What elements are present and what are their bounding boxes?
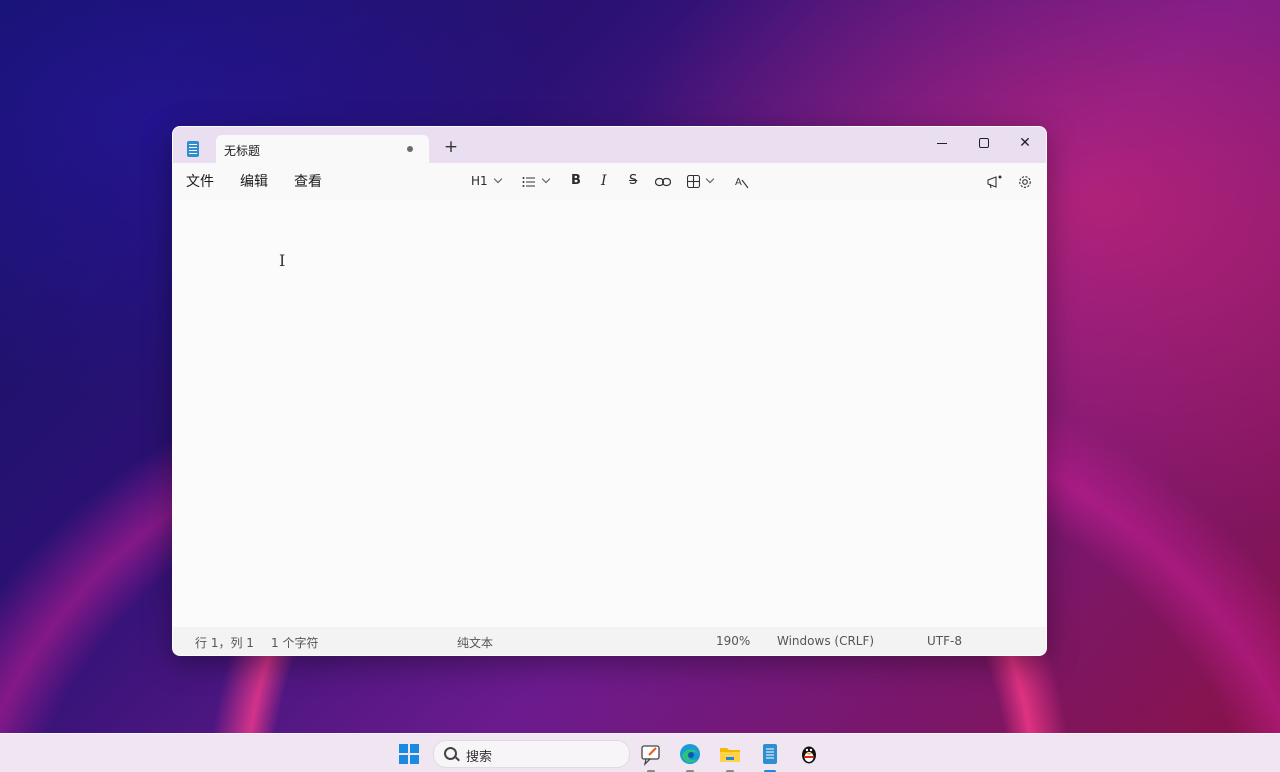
qq-icon[interactable] <box>797 742 821 766</box>
tab-title: 无标题 <box>224 144 261 158</box>
edge-icon[interactable] <box>678 742 702 772</box>
menu-file[interactable]: 文件 <box>186 171 214 191</box>
minimize-icon <box>937 142 947 144</box>
heading-dropdown[interactable]: H1 <box>471 171 502 191</box>
strikethrough-button[interactable]: S <box>629 171 637 191</box>
desktop-wallpaper: 无标题 + ✕ 文件 编辑 查看 H1 B I S A I 行 1，列 1 1 … <box>0 0 1280 772</box>
search-placeholder: 搜索 <box>466 750 493 765</box>
link-button[interactable] <box>654 171 672 191</box>
clear-formatting-button[interactable]: A <box>735 171 749 191</box>
chevron-down-icon <box>705 174 715 184</box>
notepad-app-icon <box>187 141 199 157</box>
maximize-button[interactable] <box>968 131 1000 155</box>
link-icon <box>654 177 672 186</box>
gear-icon <box>1019 175 1031 188</box>
text-format[interactable]: 纯文本 <box>457 634 493 651</box>
announcement-button[interactable] <box>987 171 1003 191</box>
close-button[interactable]: ✕ <box>1009 131 1041 155</box>
character-count: 1 个字符 <box>271 636 319 650</box>
status-bar: 行 1，列 1 1 个字符 纯文本 190% Windows (CRLF) UT… <box>173 627 1046 655</box>
list-dropdown[interactable] <box>522 171 551 191</box>
strikethrough-icon: S <box>629 173 638 188</box>
close-icon: ✕ <box>1019 135 1031 151</box>
taskbar-search-box[interactable]: 搜索 <box>433 740 630 768</box>
file-explorer-icon[interactable] <box>718 742 742 772</box>
folder-icon <box>720 748 740 762</box>
line-ending[interactable]: Windows (CRLF) <box>777 634 874 648</box>
heading-label: H1 <box>471 174 488 188</box>
qq-penguin-icon <box>802 746 816 764</box>
chevron-down-icon <box>541 174 551 184</box>
table-dropdown[interactable] <box>686 171 715 191</box>
megaphone-icon <box>987 175 1002 188</box>
tab-untitled[interactable]: 无标题 <box>216 135 429 163</box>
text-editor-area[interactable]: I <box>173 199 1046 627</box>
notepad-app-icon <box>763 744 777 764</box>
new-tab-button[interactable]: + <box>441 137 461 157</box>
chevron-down-icon <box>493 174 502 184</box>
feedback-hub-icon <box>641 745 660 766</box>
italic-icon: I <box>601 173 607 189</box>
search-icon <box>444 747 457 760</box>
table-icon <box>686 174 701 189</box>
notepad-window: 无标题 + ✕ 文件 编辑 查看 H1 B I S A I 行 1，列 1 1 … <box>172 126 1047 656</box>
toolbar: 文件 编辑 查看 H1 B I S A <box>173 163 1046 199</box>
title-bar[interactable]: 无标题 + ✕ <box>173 127 1046 163</box>
list-icon <box>522 176 535 187</box>
menu-view[interactable]: 查看 <box>294 171 322 191</box>
text-cursor-icon: I <box>279 251 286 270</box>
start-icon[interactable] <box>399 744 419 764</box>
taskbar: 搜索 <box>0 733 1280 772</box>
settings-button[interactable] <box>1018 171 1032 191</box>
edge-browser-icon <box>680 744 700 764</box>
feedback-icon[interactable] <box>639 742 663 772</box>
encoding[interactable]: UTF-8 <box>927 634 962 648</box>
notepad-icon[interactable] <box>758 742 782 772</box>
cursor-position: 行 1，列 1 <box>195 636 254 650</box>
menu-edit[interactable]: 编辑 <box>240 171 268 191</box>
minimize-button[interactable] <box>926 131 958 155</box>
maximize-icon <box>979 138 989 148</box>
svg-text:A: A <box>735 177 742 188</box>
bold-button[interactable]: B <box>571 171 581 191</box>
italic-button[interactable]: I <box>601 171 607 191</box>
clear-formatting-icon: A <box>735 177 749 188</box>
unsaved-dot-icon[interactable] <box>407 146 413 152</box>
bold-icon: B <box>571 173 581 188</box>
zoom-level[interactable]: 190% <box>716 634 750 648</box>
